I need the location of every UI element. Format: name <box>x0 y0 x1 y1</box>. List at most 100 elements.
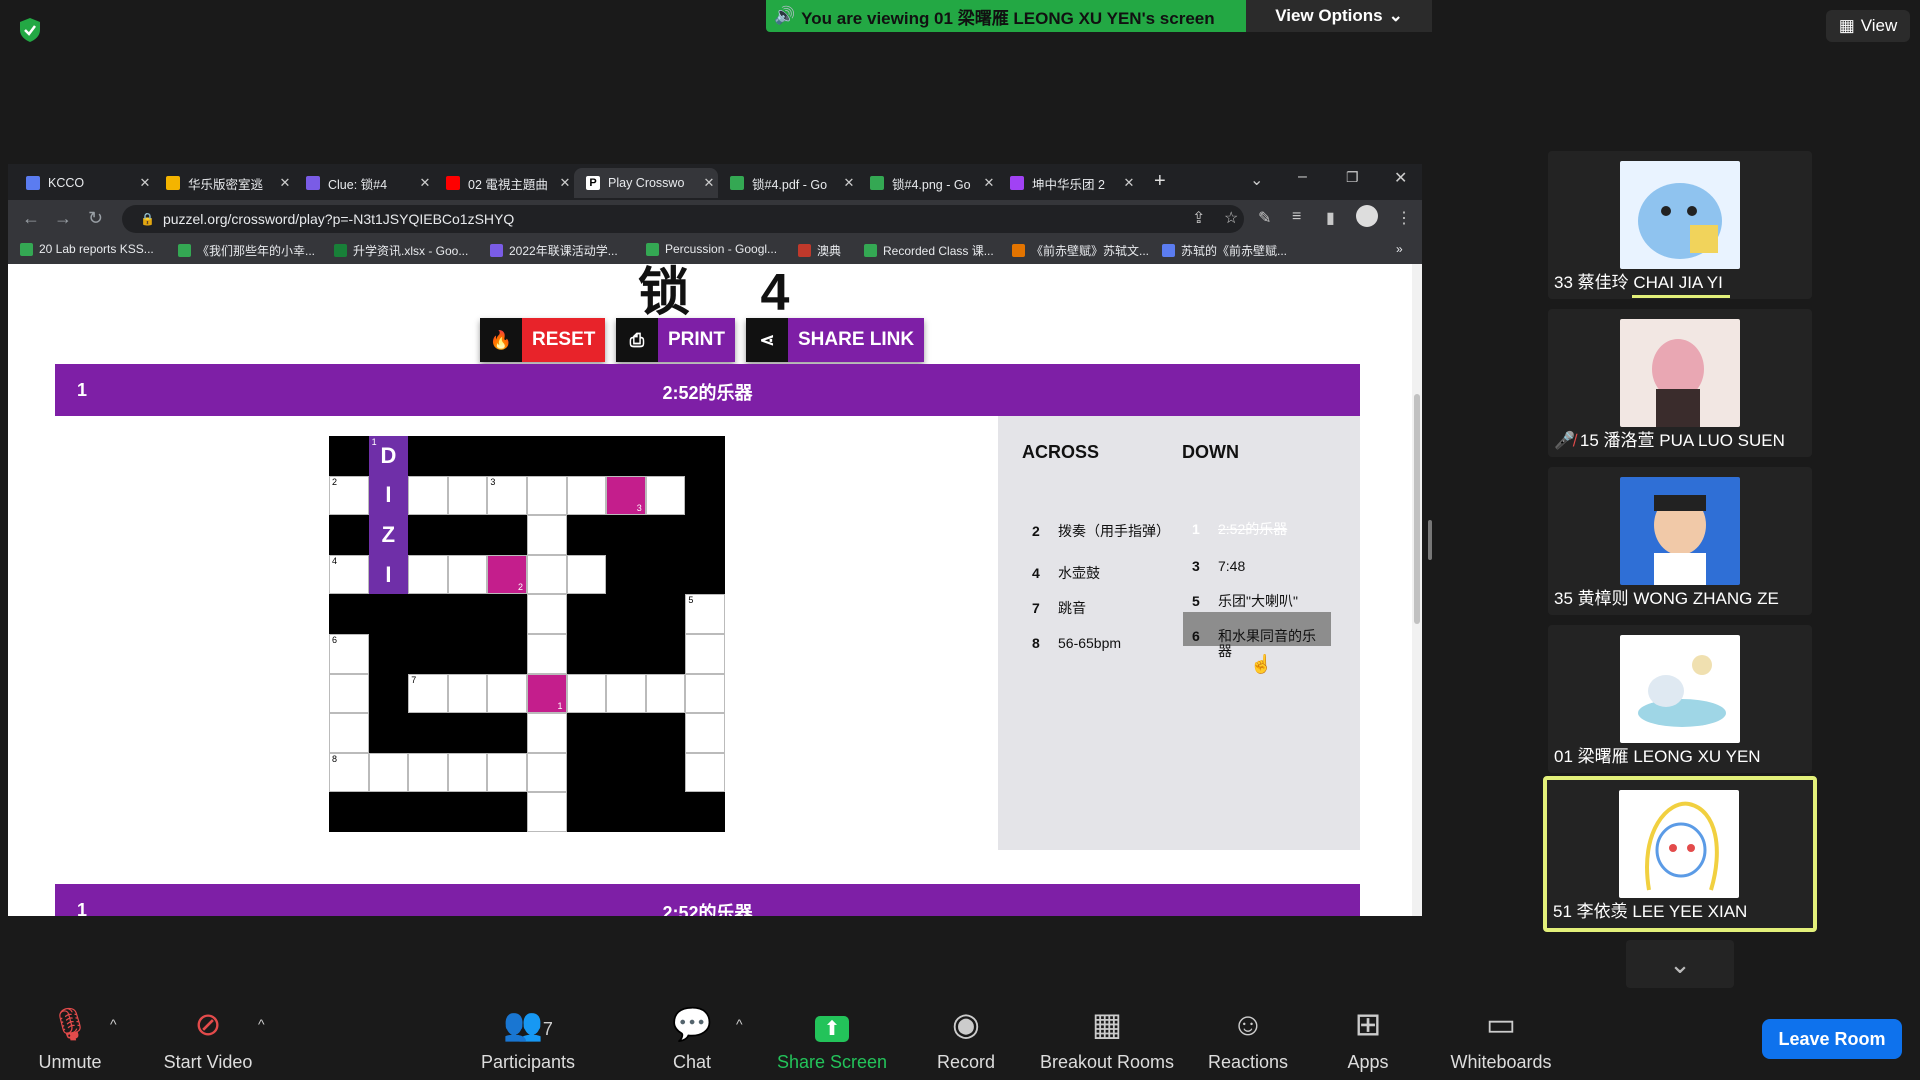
share-screen-button[interactable]: ⬆ Share Screen <box>776 1002 888 1073</box>
grid-cell[interactable] <box>526 475 567 516</box>
grid-cell[interactable] <box>447 475 488 516</box>
participant-tile-active[interactable]: 51 李依羡 LEE YEE XIAN <box>1543 776 1817 932</box>
breakout-rooms-button[interactable]: ▦ Breakout Rooms <box>1038 1002 1176 1073</box>
grid-cell[interactable]: 3 <box>606 475 646 516</box>
grid-cell[interactable] <box>408 752 448 793</box>
grid-cell[interactable] <box>566 673 607 714</box>
bookmark-item[interactable]: 澳典 <box>798 242 841 259</box>
grid-cell[interactable] <box>487 673 527 714</box>
grid-cell[interactable] <box>685 633 725 674</box>
grid-cell[interactable] <box>526 554 567 595</box>
bookmark-item[interactable]: 苏轼的《前赤壁赋... <box>1162 242 1287 259</box>
grid-cell[interactable]: 1 <box>526 673 567 714</box>
grid-cell[interactable] <box>685 713 725 753</box>
grid-cell[interactable]: 5 <box>685 594 725 634</box>
grid-cell[interactable] <box>606 673 646 714</box>
browser-tab[interactable]: 02 電視主題曲 ✕ <box>434 168 574 198</box>
across-clue[interactable]: 2 拨奏（用手指弹） <box>1032 524 1170 539</box>
print-button[interactable]: ⎙ PRINT <box>616 318 735 362</box>
bookmark-item[interactable]: 20 Lab reports KSS... <box>20 242 154 256</box>
bookmark-item[interactable]: 2022年联课活动学... <box>490 242 618 259</box>
browser-tab[interactable]: KCCO ✕ <box>14 168 154 198</box>
panel-splitter-handle[interactable] <box>1428 520 1432 560</box>
audio-options-chevron-icon[interactable]: ^ <box>110 1016 117 1032</box>
grid-cell[interactable] <box>526 713 567 753</box>
reload-icon[interactable]: ↻ <box>88 208 103 229</box>
bookmark-star-icon[interactable]: ☆ <box>1224 208 1238 228</box>
grid-cell[interactable] <box>526 792 567 832</box>
scroll-participants-down-button[interactable]: ⌄ <box>1626 940 1734 988</box>
grid-cell[interactable]: 4 <box>329 554 369 595</box>
across-clue[interactable]: 8 56-65bpm <box>1032 636 1168 651</box>
close-window-icon[interactable]: ✕ <box>1394 168 1407 188</box>
minimize-icon[interactable]: – <box>1298 168 1307 186</box>
grid-cell[interactable] <box>645 673 686 714</box>
participant-tile[interactable]: 33 蔡佳玲 CHAI JIA YI <box>1548 151 1812 299</box>
back-icon[interactable]: ← <box>22 208 40 229</box>
browser-tab[interactable]: 坤中华乐团 2 ✕ <box>998 168 1138 198</box>
chat-options-chevron-icon[interactable]: ^ <box>736 1016 743 1032</box>
scrollbar-thumb[interactable] <box>1414 394 1420 624</box>
reset-button[interactable]: 🔥 RESET <box>480 318 606 362</box>
whiteboards-button[interactable]: ▭ Whiteboards <box>1446 1002 1556 1073</box>
grid-cell[interactable] <box>566 554 607 595</box>
video-options-chevron-icon[interactable]: ^ <box>258 1016 265 1032</box>
grid-cell[interactable] <box>447 554 488 595</box>
start-video-button[interactable]: ⊘ Start Video <box>158 1002 258 1073</box>
grid-cell[interactable] <box>447 673 488 714</box>
grid-cell[interactable] <box>408 554 448 595</box>
grid-cell[interactable]: 6 <box>329 633 369 674</box>
view-options-button[interactable]: View Options ⌄ <box>1246 0 1432 32</box>
profile-avatar-icon[interactable] <box>1356 205 1378 227</box>
grid-cell[interactable] <box>526 752 567 793</box>
close-tab-icon[interactable]: ✕ <box>276 175 294 191</box>
bookmark-item[interactable]: Recorded Class 课... <box>864 242 994 259</box>
participant-tile[interactable]: 01 梁曙雁 LEONG XU YEN <box>1548 625 1812 773</box>
more-bookmarks-icon[interactable]: » <box>1396 242 1403 256</box>
side-panel-icon[interactable]: ▮ <box>1326 208 1335 228</box>
extensions-icon[interactable]: ✎ <box>1258 208 1271 228</box>
close-tab-icon[interactable]: ✕ <box>556 175 574 191</box>
grid-cell[interactable] <box>368 752 409 793</box>
down-clue[interactable]: 5 乐团"大喇叭" <box>1192 594 1328 609</box>
grid-cell[interactable]: I <box>368 554 409 595</box>
participants-button[interactable]: 👥7 Participants <box>476 1002 580 1073</box>
bookmark-item[interactable]: 《前赤壁赋》苏轼文... <box>1012 242 1149 259</box>
grid-cell[interactable]: I <box>368 475 409 516</box>
unmute-button[interactable]: 🎙 Unmute <box>28 1002 112 1073</box>
bookmark-item[interactable]: Percussion - Googl... <box>646 242 777 256</box>
restore-icon[interactable]: ❐ <box>1346 169 1359 186</box>
down-clue[interactable]: 6 和水果同音的乐器 <box>1192 629 1328 659</box>
grid-cell[interactable] <box>526 515 567 555</box>
browser-tab[interactable]: 锁#4.png - Go ✕ <box>858 168 998 198</box>
grid-cell[interactable]: 2 <box>329 475 369 516</box>
forward-icon[interactable]: → <box>54 208 72 229</box>
grid-cell[interactable] <box>566 475 607 516</box>
new-tab-icon[interactable]: + <box>1154 170 1166 193</box>
grid-cell[interactable]: 1D <box>368 436 409 476</box>
bookmark-item[interactable]: 《我们那些年的小幸... <box>178 242 315 259</box>
url-field[interactable]: 🔒 puzzel.org/crossword/play?p=-N3t1JSYQI… <box>122 205 1244 233</box>
participant-tile[interactable]: 🎤̸ 15 潘洛萱 PUA LUO SUEN <box>1548 309 1812 457</box>
crossword-grid[interactable]: 1D2I33Z4I256718 <box>329 436 725 832</box>
grid-cell[interactable] <box>329 673 369 714</box>
grid-cell[interactable] <box>685 673 725 714</box>
reading-list-icon[interactable]: ≡ <box>1292 208 1301 226</box>
browser-menu-icon[interactable]: ⋮ <box>1396 208 1412 228</box>
down-clue[interactable]: 3 7:48 <box>1192 559 1328 574</box>
grid-cell[interactable] <box>645 475 686 516</box>
browser-tab[interactable]: Clue: 锁#4 ✕ <box>294 168 434 198</box>
grid-cell[interactable]: Z <box>368 515 409 555</box>
browser-tab[interactable]: 华乐版密室逃 ✕ <box>154 168 294 198</box>
chat-button[interactable]: 💬 Chat <box>666 1002 718 1073</box>
grid-cell[interactable]: 8 <box>329 752 369 793</box>
view-button[interactable]: ▦ View <box>1826 10 1910 42</box>
participant-tile[interactable]: 35 黄樟则 WONG ZHANG ZE <box>1548 467 1812 615</box>
tab-search-icon[interactable]: ⌄ <box>1250 170 1263 190</box>
close-tab-icon[interactable]: ✕ <box>136 175 154 191</box>
bookmark-item[interactable]: 升学资讯.xlsx - Goo... <box>334 242 468 259</box>
close-tab-icon[interactable]: ✕ <box>840 175 858 191</box>
reactions-button[interactable]: ☺ Reactions <box>1204 1002 1292 1073</box>
grid-cell[interactable] <box>329 713 369 753</box>
apps-button[interactable]: ⊞ Apps <box>1340 1002 1396 1073</box>
